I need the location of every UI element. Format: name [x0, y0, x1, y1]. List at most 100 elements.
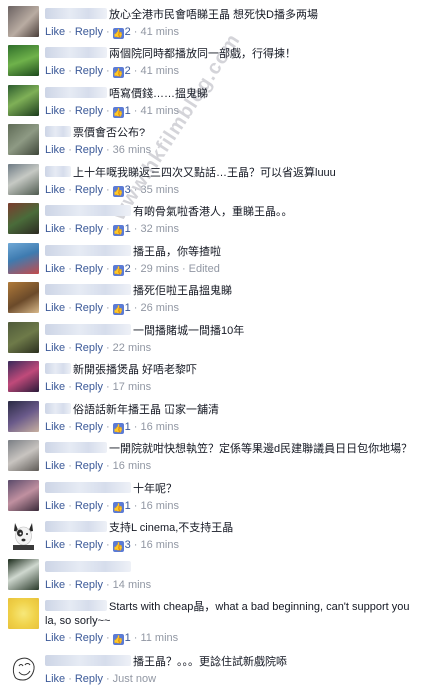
user-avatar[interactable]: [8, 480, 39, 511]
timestamp[interactable]: 36 mins: [113, 144, 152, 156]
reply-button[interactable]: Reply: [75, 302, 103, 314]
timestamp[interactable]: 11 mins: [140, 632, 178, 644]
timestamp[interactable]: 26 mins: [140, 302, 179, 314]
reply-button[interactable]: Reply: [75, 500, 103, 512]
user-avatar[interactable]: [8, 85, 39, 116]
like-button[interactable]: Like: [45, 500, 65, 512]
like-button[interactable]: Like: [45, 263, 65, 275]
reply-button[interactable]: Reply: [75, 223, 103, 235]
like-button[interactable]: Like: [45, 539, 65, 551]
reply-button[interactable]: Reply: [75, 263, 103, 275]
user-avatar[interactable]: [8, 164, 39, 195]
user-avatar[interactable]: [8, 203, 39, 234]
user-avatar[interactable]: [8, 401, 39, 432]
dog-avatar[interactable]: [8, 519, 39, 550]
like-button[interactable]: Like: [45, 302, 65, 314]
timestamp[interactable]: 16 mins: [113, 460, 152, 472]
like-button[interactable]: Like: [45, 460, 65, 472]
like-button[interactable]: Like: [45, 342, 65, 354]
like-thumb-icon: 👍: [112, 265, 124, 276]
like-button[interactable]: Like: [45, 632, 65, 644]
timestamp[interactable]: 16 mins: [140, 421, 179, 433]
commenter-name[interactable]: [45, 363, 71, 374]
edited-label[interactable]: Edited: [189, 263, 220, 275]
commenter-name[interactable]: [45, 166, 71, 177]
commenter-name[interactable]: [45, 482, 131, 493]
commenter-name[interactable]: [45, 205, 131, 216]
user-avatar[interactable]: [8, 598, 39, 629]
user-avatar[interactable]: [8, 653, 39, 684]
user-avatar[interactable]: [8, 559, 39, 590]
timestamp[interactable]: 16 mins: [140, 500, 179, 512]
timestamp[interactable]: 41 mins: [140, 26, 179, 38]
like-button[interactable]: Like: [45, 673, 65, 685]
timestamp[interactable]: 32 mins: [140, 223, 179, 235]
commenter-name[interactable]: [45, 47, 107, 58]
commenter-name[interactable]: [45, 324, 131, 335]
user-avatar[interactable]: [8, 322, 39, 353]
commenter-name[interactable]: [45, 442, 107, 453]
user-avatar[interactable]: [8, 6, 39, 37]
timestamp[interactable]: 14 mins: [113, 579, 152, 591]
like-count[interactable]: 1: [125, 632, 131, 644]
user-avatar[interactable]: [8, 124, 39, 155]
like-button[interactable]: Like: [45, 65, 65, 77]
reply-button[interactable]: Reply: [75, 381, 103, 393]
timestamp[interactable]: Just now: [113, 673, 156, 685]
like-button[interactable]: Like: [45, 26, 65, 38]
timestamp[interactable]: 22 mins: [113, 342, 152, 354]
commenter-name[interactable]: [45, 8, 107, 19]
commenter-name[interactable]: [45, 521, 107, 532]
reply-button[interactable]: Reply: [75, 460, 103, 472]
reply-button[interactable]: Reply: [75, 144, 103, 156]
like-count[interactable]: 1: [125, 105, 131, 117]
like-count[interactable]: 3: [125, 184, 131, 196]
like-button[interactable]: Like: [45, 421, 65, 433]
like-button[interactable]: Like: [45, 184, 65, 196]
like-button[interactable]: Like: [45, 579, 65, 591]
reply-button[interactable]: Reply: [75, 65, 103, 77]
timestamp[interactable]: 16 mins: [140, 539, 179, 551]
like-count[interactable]: 3: [125, 539, 131, 551]
commenter-name[interactable]: [45, 403, 71, 414]
reply-button[interactable]: Reply: [75, 632, 103, 644]
timestamp[interactable]: 41 mins: [140, 105, 179, 117]
like-count[interactable]: 2: [125, 65, 131, 77]
commenter-name[interactable]: [45, 284, 131, 295]
comment-text: 俗語話新年播王晶 冚家一舖清: [73, 404, 220, 416]
like-count[interactable]: 1: [125, 500, 131, 512]
like-count[interactable]: 1: [125, 302, 131, 314]
user-avatar[interactable]: [8, 243, 39, 274]
timestamp[interactable]: 17 mins: [113, 381, 152, 393]
reply-button[interactable]: Reply: [75, 105, 103, 117]
like-button[interactable]: Like: [45, 144, 65, 156]
reply-button[interactable]: Reply: [75, 673, 103, 685]
commenter-name[interactable]: [45, 561, 131, 572]
commenter-name[interactable]: [45, 87, 107, 98]
user-avatar[interactable]: [8, 440, 39, 471]
reply-button[interactable]: Reply: [75, 539, 103, 551]
reply-button[interactable]: Reply: [75, 342, 103, 354]
timestamp[interactable]: 35 mins: [140, 184, 179, 196]
comment-text: 上十年嘅我睇返三四次又點話…王晶？可以省返算luuu: [73, 167, 336, 179]
timestamp[interactable]: 41 mins: [140, 65, 179, 77]
like-count[interactable]: 1: [125, 421, 131, 433]
reply-button[interactable]: Reply: [75, 421, 103, 433]
like-count[interactable]: 2: [125, 26, 131, 38]
user-avatar[interactable]: [8, 361, 39, 392]
commenter-name[interactable]: [45, 245, 131, 256]
commenter-name[interactable]: [45, 655, 131, 666]
timestamp[interactable]: 29 mins: [140, 263, 179, 275]
commenter-name[interactable]: [45, 600, 107, 611]
commenter-name[interactable]: [45, 126, 71, 137]
like-count[interactable]: 2: [125, 263, 131, 275]
like-button[interactable]: Like: [45, 105, 65, 117]
like-button[interactable]: Like: [45, 381, 65, 393]
like-count[interactable]: 1: [125, 223, 131, 235]
reply-button[interactable]: Reply: [75, 184, 103, 196]
user-avatar[interactable]: [8, 45, 39, 76]
like-button[interactable]: Like: [45, 223, 65, 235]
user-avatar[interactable]: [8, 282, 39, 313]
reply-button[interactable]: Reply: [75, 579, 103, 591]
reply-button[interactable]: Reply: [75, 26, 103, 38]
